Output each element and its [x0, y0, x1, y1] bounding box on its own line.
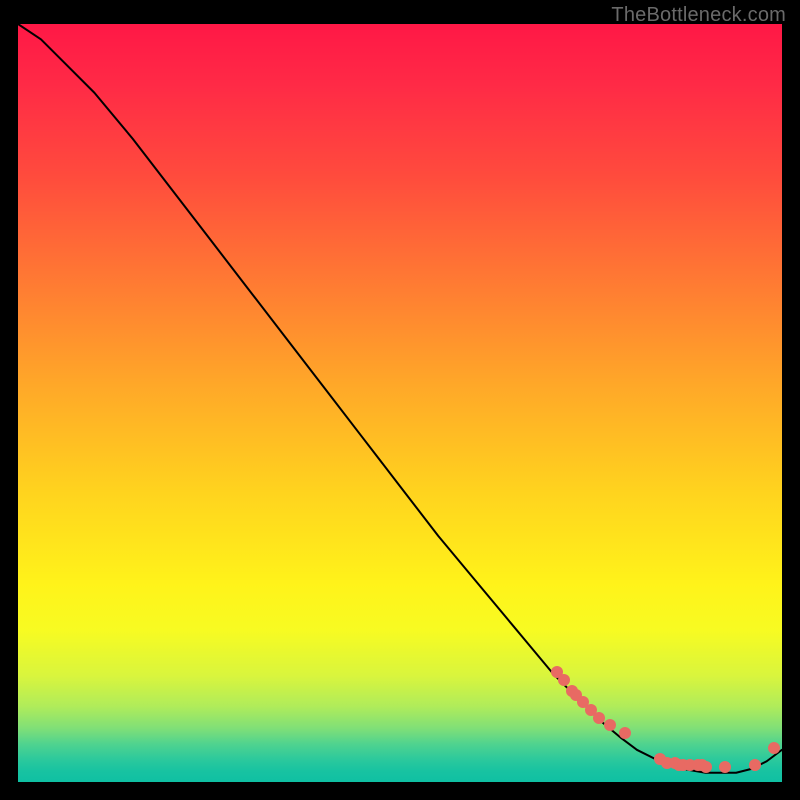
data-point [558, 674, 570, 686]
data-point [619, 727, 631, 739]
plot-area [18, 24, 782, 782]
data-point [768, 742, 780, 754]
data-point [719, 761, 731, 773]
data-point [604, 719, 616, 731]
points-layer [18, 24, 782, 782]
data-point [749, 759, 761, 771]
data-point [593, 712, 605, 724]
chart-stage: TheBottleneck.com [0, 0, 800, 800]
data-point [700, 761, 712, 773]
